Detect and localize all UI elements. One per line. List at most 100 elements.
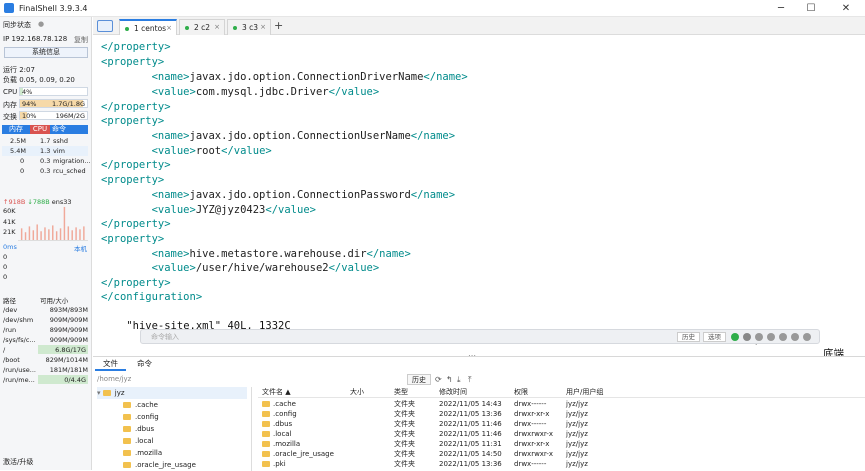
ping-tick: 0 xyxy=(3,273,8,281)
tree-item[interactable]: .dbus xyxy=(123,423,154,435)
file-row[interactable]: .local 文件夹 2022/11/05 11:46 drwxrwxr-x jyz/j… xyxy=(258,429,865,439)
ping-tick: 0 xyxy=(3,253,8,261)
tab-c2[interactable]: 2 c2 × xyxy=(179,19,225,35)
col-mtime[interactable]: 修改时间 xyxy=(439,387,467,398)
tree-item-jyz[interactable]: ▾ jyz xyxy=(97,387,247,399)
close-button[interactable]: ✕ xyxy=(832,0,860,17)
col-owner[interactable]: 用户/用户组 xyxy=(566,387,603,398)
reconnect-icon[interactable] xyxy=(743,333,751,341)
memory-detail: 1.7G/1.8G xyxy=(52,100,85,108)
net-bar xyxy=(32,230,35,240)
net-bar xyxy=(36,224,38,240)
proc-tab-cpu[interactable]: CPU xyxy=(30,125,50,134)
settings-icon[interactable] xyxy=(779,333,787,341)
swap-percent: 10% xyxy=(22,112,37,120)
ping-target[interactable]: 本机 xyxy=(74,243,87,253)
tree-item[interactable]: .mozilla xyxy=(123,447,162,459)
tree-item[interactable]: .cache xyxy=(123,399,158,411)
folder-icon xyxy=(123,414,131,420)
up-directory-icon[interactable]: ↰ xyxy=(446,375,453,384)
proc-tab-command[interactable]: 命令 xyxy=(50,125,88,134)
new-tab-button[interactable]: + xyxy=(274,19,283,32)
command-input-placeholder: 命令输入 xyxy=(151,333,179,341)
terminal-line: <property> xyxy=(101,174,165,186)
net-tick: 21K xyxy=(3,228,16,236)
connected-dot-icon xyxy=(125,27,129,31)
gear-icon[interactable] xyxy=(791,333,799,341)
file-table-header: 文件名 ▲ 大小 类型 修改时间 权限 用户/用户组 xyxy=(258,387,865,398)
minimize-button[interactable]: ─ xyxy=(767,0,795,17)
window-title: FinalShell 3.9.3.4 xyxy=(19,3,88,13)
net-bar xyxy=(52,225,54,240)
connected-dot-icon xyxy=(185,26,189,30)
terminal-line: </property> xyxy=(101,277,171,289)
process-row[interactable]: 0 0.3 migration... xyxy=(2,156,91,166)
file-row[interactable]: .pki 文件夹 2022/11/05 13:36 drwx------ jyz/jyz xyxy=(258,459,865,469)
process-row[interactable]: 5.4M 1.3 vim xyxy=(2,146,88,156)
close-tab-icon[interactable]: × xyxy=(166,21,172,36)
net-bar xyxy=(67,226,70,240)
col-size[interactable]: 大小 xyxy=(350,387,364,398)
memory-meter: 94% 1.7G/1.8G xyxy=(19,99,88,108)
col-name[interactable]: 文件名 ▲ xyxy=(262,387,291,398)
copy-icon[interactable] xyxy=(767,333,775,341)
folder-icon xyxy=(102,390,111,396)
activate-upgrade-link[interactable]: 激活/升级 xyxy=(3,457,33,467)
terminal-line: <value>JYZ@jyz0423</value> xyxy=(151,204,316,216)
command-input-bar[interactable]: 命令输入 历史 选项 xyxy=(140,329,820,344)
command-history-button[interactable]: 历史 xyxy=(677,332,700,342)
tab-centos[interactable]: 1 centos × xyxy=(119,19,177,35)
folder-icon xyxy=(123,426,131,432)
terminal-output[interactable]: </property> <property> <name>javax.jdo.o… xyxy=(93,36,865,360)
system-info-button[interactable]: 系统信息 xyxy=(4,47,88,58)
download-icon[interactable] xyxy=(803,333,811,341)
folder-icon[interactable] xyxy=(97,20,113,32)
disk-row: /dev 893M/893M xyxy=(3,306,88,314)
connect-icon[interactable] xyxy=(731,333,739,341)
path-history-button[interactable]: 历史 xyxy=(407,374,431,385)
net-bar xyxy=(83,226,85,240)
ip-address: IP 192.168.78.128 xyxy=(3,35,68,43)
net-bar xyxy=(24,232,27,240)
close-tab-icon[interactable]: × xyxy=(260,20,266,35)
download-icon[interactable]: ⤓ xyxy=(457,375,461,385)
upload-icon[interactable]: ⤒ xyxy=(468,375,472,385)
cpu-meter: 4% xyxy=(19,87,88,96)
search-icon[interactable] xyxy=(755,333,763,341)
current-path[interactable]: /home/jyz xyxy=(97,375,131,383)
command-options-button[interactable]: 选项 xyxy=(703,332,726,342)
process-row[interactable]: 2.5M 1.7 sshd xyxy=(2,136,88,146)
process-row[interactable]: 0 0.3 rcu_sched xyxy=(2,166,88,176)
file-row[interactable]: .config 文件夹 2022/11/05 13:36 drwxr-xr-x jyz/… xyxy=(258,409,865,419)
tree-item[interactable]: .oracle_jre_usage xyxy=(123,459,196,471)
close-tab-icon[interactable]: × xyxy=(214,20,220,35)
tab-files[interactable]: 文件 xyxy=(95,357,126,371)
tree-item[interactable]: .local xyxy=(123,435,154,447)
net-bar xyxy=(79,229,81,240)
terminal-line: </property> xyxy=(101,218,171,230)
tree-item[interactable]: .config xyxy=(123,411,159,423)
file-row[interactable]: .dbus 文件夹 2022/11/05 11:46 drwx------ jyz/jy… xyxy=(258,419,865,429)
proc-tab-memory[interactable]: 内存 xyxy=(2,125,30,134)
folder-icon xyxy=(262,411,270,417)
copy-ip-link[interactable]: 复制 xyxy=(74,35,88,45)
folder-icon xyxy=(123,450,131,456)
file-row[interactable]: .oracle_jre_usage 文件夹 2022/11/05 14:50 drwx… xyxy=(258,449,865,459)
directory-tree: ▾ jyz .cache .config .dbus .local .mozil… xyxy=(97,387,252,471)
terminal-line: <property> xyxy=(101,56,165,68)
terminal-line: <property> xyxy=(101,233,165,245)
tab-commands[interactable]: 命令 xyxy=(129,357,160,371)
col-type[interactable]: 类型 xyxy=(394,387,408,398)
refresh-icon[interactable]: ⟳ xyxy=(435,375,442,384)
session-tab-bar: 1 centos × 2 c2 × 3 c3 × + xyxy=(93,17,865,35)
maximize-button[interactable]: ☐ xyxy=(797,0,825,17)
terminal-line: </property> xyxy=(101,41,171,53)
file-row[interactable]: .cache 文件夹 2022/11/05 14:43 drwx------ jyz/j… xyxy=(258,399,865,409)
title-bar: FinalShell 3.9.3.4 ─ ☐ ✕ xyxy=(0,0,865,17)
net-bar xyxy=(44,227,46,240)
terminal-line: <name>hive.metastore.warehouse.dir</name… xyxy=(151,248,411,260)
tab-c3[interactable]: 3 c3 × xyxy=(227,19,271,35)
disk-row: /run/me... 0/4.4G xyxy=(3,375,88,384)
col-permission[interactable]: 权限 xyxy=(514,387,528,398)
file-row[interactable]: .mozilla 文件夹 2022/11/05 11:31 drwxr-xr-x jyz… xyxy=(258,439,865,449)
